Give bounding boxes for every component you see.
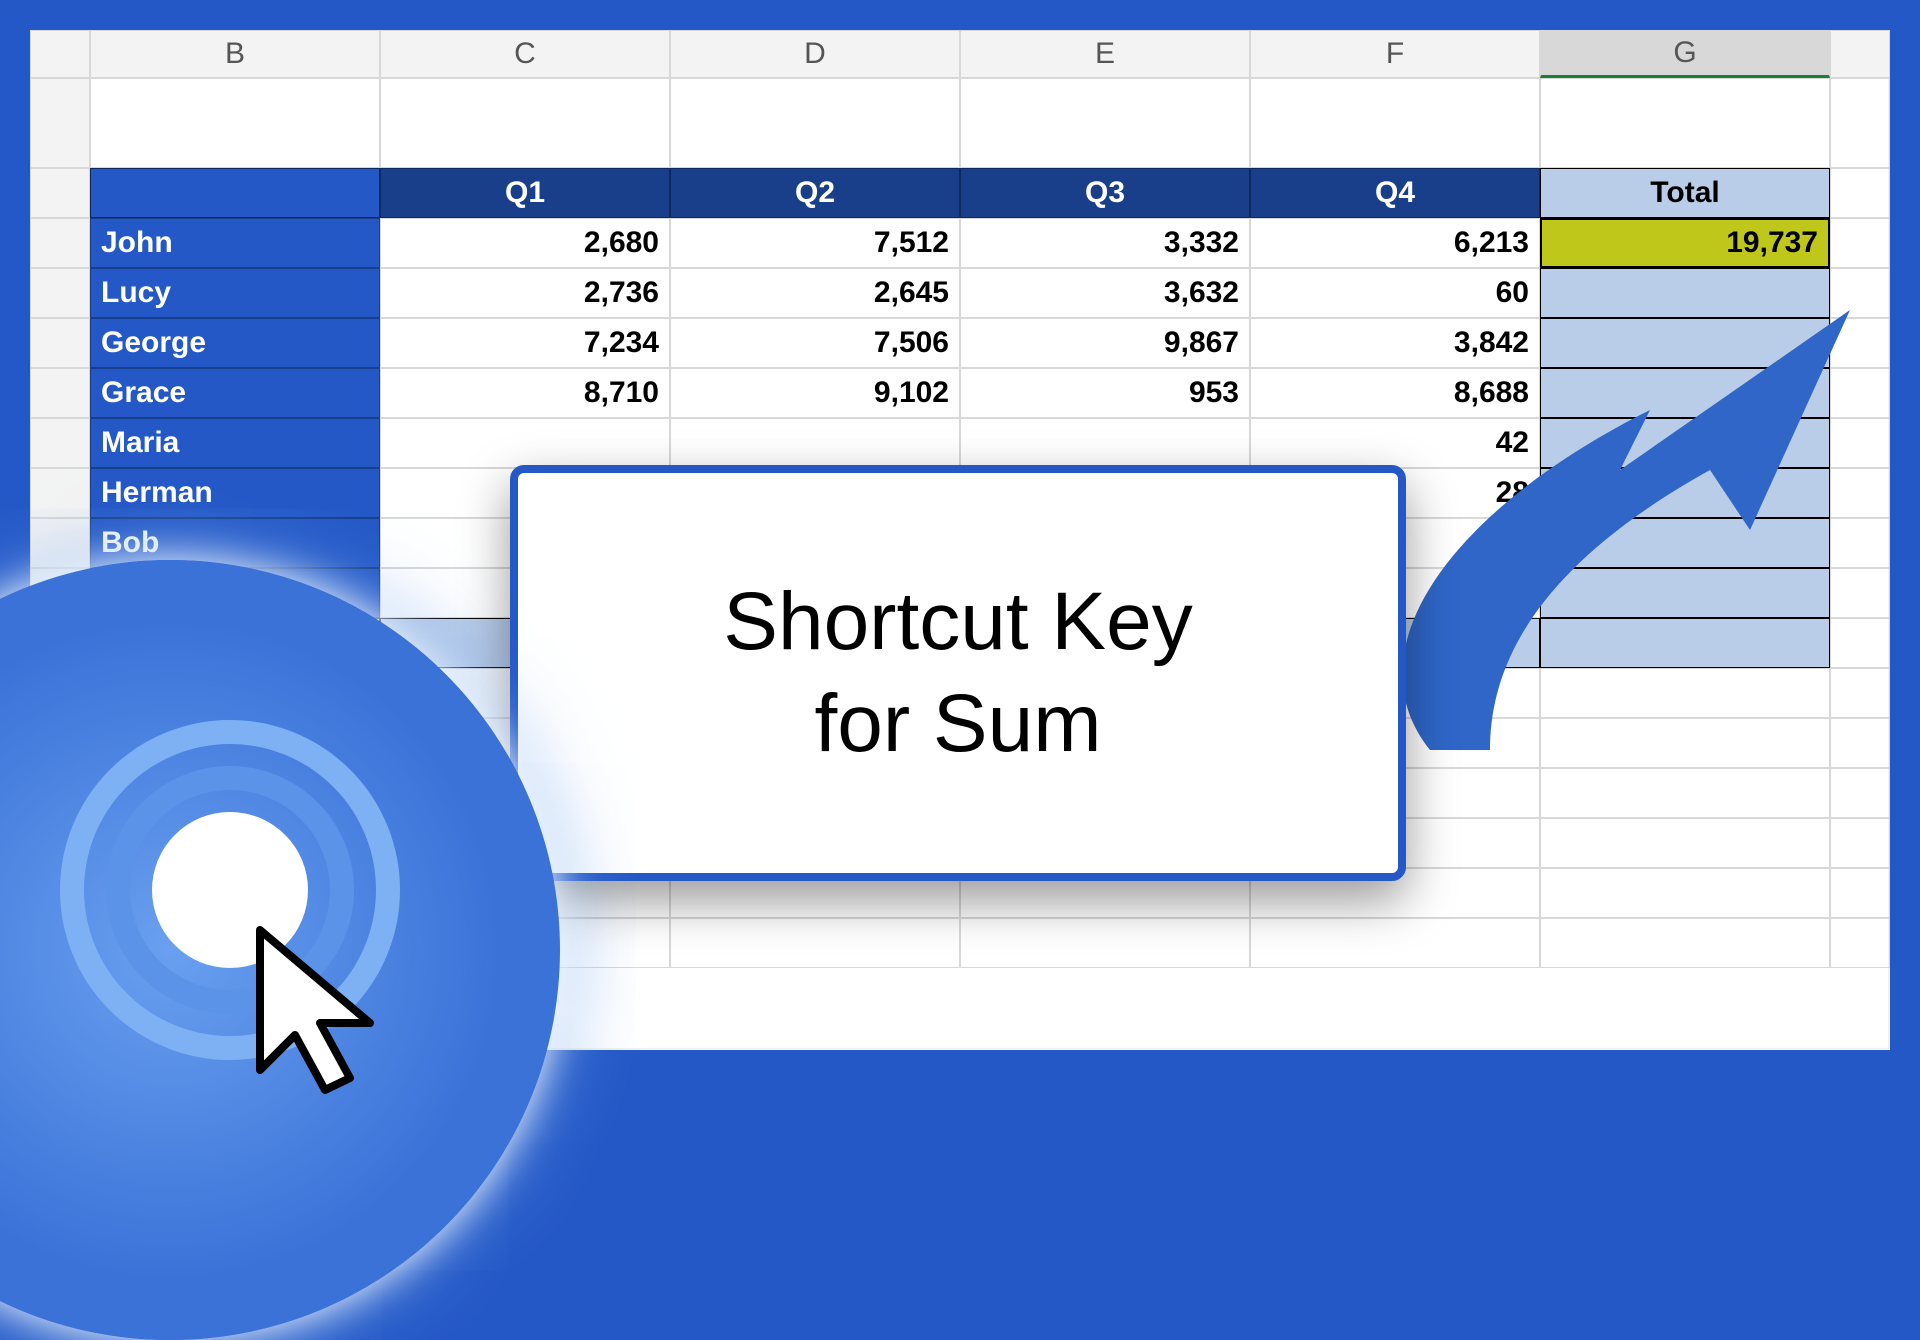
popup-line2: for Sum <box>814 678 1101 769</box>
blank-cell[interactable] <box>1830 418 1890 468</box>
header-q1[interactable]: Q1 <box>380 168 670 218</box>
blank-cell[interactable] <box>30 318 90 368</box>
data-cell[interactable] <box>380 418 670 468</box>
blank-cell[interactable] <box>1830 918 1890 968</box>
data-cell[interactable]: 2,680 <box>380 218 670 268</box>
blank-cell[interactable] <box>1540 718 1830 768</box>
sum-cell-selected[interactable]: 19,737 <box>1540 218 1830 268</box>
data-cell[interactable]: 7,234 <box>380 318 670 368</box>
blank-cell[interactable] <box>1830 718 1890 768</box>
header-q4[interactable]: Q4 <box>1250 168 1540 218</box>
header-total[interactable]: Total <box>1540 168 1830 218</box>
data-cell[interactable]: 8,710 <box>380 368 670 418</box>
data-cell[interactable]: 2,645 <box>670 268 960 318</box>
data-cell[interactable]: 42 <box>1250 418 1540 468</box>
data-cell[interactable]: 3,842 <box>1250 318 1540 368</box>
data-cell[interactable]: 9,102 <box>670 368 960 418</box>
blank-cell[interactable] <box>30 268 90 318</box>
row-name-bob[interactable]: Bob <box>90 518 380 568</box>
blank-cell[interactable] <box>90 78 380 168</box>
column-header-b[interactable]: B <box>90 30 380 78</box>
data-cell[interactable]: 7,512 <box>670 218 960 268</box>
blank-cell[interactable] <box>30 168 90 218</box>
blank-cell[interactable] <box>1830 468 1890 518</box>
total-cell[interactable] <box>1540 468 1830 518</box>
row-name-grace[interactable]: Grace <box>90 368 380 418</box>
data-cell[interactable] <box>670 418 960 468</box>
total-cell[interactable] <box>1540 268 1830 318</box>
blank-cell[interactable] <box>1540 918 1830 968</box>
column-header-c[interactable]: C <box>380 30 670 78</box>
data-cell[interactable]: 2,736 <box>380 268 670 318</box>
blank-cell[interactable] <box>1830 168 1890 218</box>
blank-cell[interactable] <box>1830 518 1890 568</box>
blank-cell[interactable] <box>1830 768 1890 818</box>
column-headers-row: B C D E F G <box>30 30 1890 78</box>
row-name-herman[interactable]: Herman <box>90 468 380 518</box>
row-name-lucy[interactable]: Lucy <box>90 268 380 318</box>
data-cell[interactable]: 9,867 <box>960 318 1250 368</box>
blank-cell[interactable] <box>1540 818 1830 868</box>
blank-cell[interactable] <box>960 78 1250 168</box>
total-cell[interactable] <box>1540 368 1830 418</box>
data-cell[interactable]: 7,506 <box>670 318 960 368</box>
data-cell[interactable]: 6,213 <box>1250 218 1540 268</box>
blank-cell[interactable] <box>670 918 960 968</box>
total-cell[interactable] <box>1540 418 1830 468</box>
row-name-george[interactable]: George <box>90 318 380 368</box>
column-header-g[interactable]: G <box>1540 30 1830 78</box>
blank-cell[interactable] <box>1830 568 1890 618</box>
blank-cell[interactable] <box>1540 668 1830 718</box>
blank-cell[interactable] <box>1830 618 1890 668</box>
blank-cell[interactable] <box>1830 818 1890 868</box>
blank-cell[interactable] <box>30 78 90 168</box>
title-popup: Shortcut Key for Sum <box>510 465 1406 881</box>
header-q2[interactable]: Q2 <box>670 168 960 218</box>
blank-cell[interactable] <box>30 418 90 468</box>
data-cell[interactable]: 3,632 <box>960 268 1250 318</box>
footer-cell[interactable] <box>1540 618 1830 668</box>
blank-cell[interactable] <box>30 518 90 568</box>
total-cell[interactable] <box>1540 518 1830 568</box>
blank-cell[interactable] <box>380 78 670 168</box>
total-cell[interactable] <box>1540 318 1830 368</box>
table-corner-cell[interactable] <box>90 168 380 218</box>
column-header-f[interactable]: F <box>1250 30 1540 78</box>
header-q3[interactable]: Q3 <box>960 168 1250 218</box>
blank-cell[interactable] <box>1830 668 1890 718</box>
data-cell[interactable]: 3,332 <box>960 218 1250 268</box>
blank-cell[interactable] <box>1830 218 1890 268</box>
blank-cell[interactable] <box>960 918 1250 968</box>
data-cell[interactable]: 953 <box>960 368 1250 418</box>
blank-cell[interactable] <box>1540 78 1830 168</box>
blank-cell[interactable] <box>1830 868 1890 918</box>
data-cell[interactable]: 60 <box>1250 268 1540 318</box>
data-cell[interactable]: 8,688 <box>1250 368 1540 418</box>
cursor-icon <box>250 920 410 1100</box>
row-name-maria[interactable]: Maria <box>90 418 380 468</box>
blank-cell[interactable] <box>670 78 960 168</box>
blank-cell[interactable] <box>1250 78 1540 168</box>
blank-cell[interactable] <box>1830 78 1890 168</box>
column-header-blank <box>30 30 90 78</box>
blank-cell[interactable] <box>30 368 90 418</box>
row-name-john[interactable]: John <box>90 218 380 268</box>
column-header-blank-right <box>1830 30 1890 78</box>
total-cell[interactable] <box>1540 568 1830 618</box>
data-cell[interactable] <box>960 418 1250 468</box>
blank-cell[interactable] <box>1540 868 1830 918</box>
blank-cell[interactable] <box>30 468 90 518</box>
blank-cell[interactable] <box>30 218 90 268</box>
blank-cell[interactable] <box>1830 318 1890 368</box>
blank-cell[interactable] <box>1540 768 1830 818</box>
column-header-e[interactable]: E <box>960 30 1250 78</box>
blank-cell[interactable] <box>1830 268 1890 318</box>
popup-line1: Shortcut Key <box>723 576 1192 667</box>
blank-cell[interactable] <box>1830 368 1890 418</box>
blank-cell[interactable] <box>1250 918 1540 968</box>
column-header-d[interactable]: D <box>670 30 960 78</box>
